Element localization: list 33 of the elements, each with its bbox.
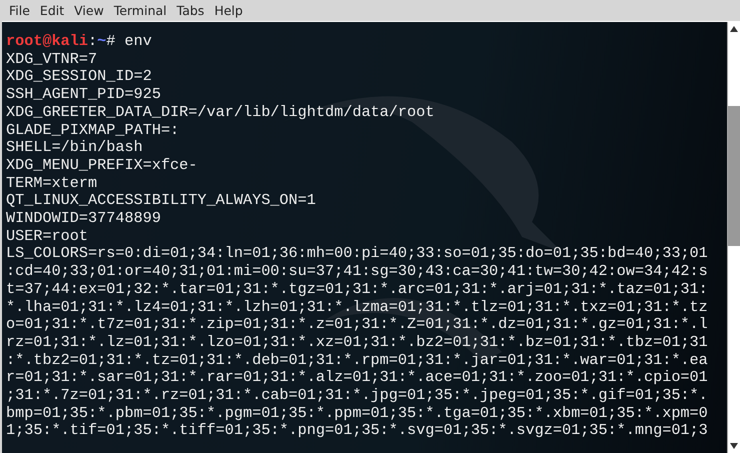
output-line: rz=01;31:*.lz=01;31:*.lzo=01;31:*.xz=01;31:*.bz2=01;31:*.bz=01;31:*.tbz=01;31 [6,334,709,352]
output-line: :cd=40;33;01:or=40;31;01:mi=00:su=37;41:sg=30;43:ca=30;41:tw=30;42:ow=34;42:s [6,263,709,281]
output-line: :*.tbz2=01;31:*.tz=01;31:*.deb=01;31:*.rpm=01;31:*.jar=01;31:*.war=01;31:*.ea [6,352,709,370]
output-line: *.lha=01;31:*.lz4=01;31:*.lzh=01;31:*.lzma=01;31:*.tlz=01;31:*.txz=01;31:*.tz [6,298,709,316]
output-line: SHELL=/bin/bash [6,139,144,157]
command-line: root@kali:~# env [6,33,153,51]
output-line: o=01;31:*.t7z=01;31:*.zip=01;31:*.z=01;31:*.Z=01;31:*.dz=01;31:*.gz=01;31:*.l [6,316,709,334]
scrollbar-thumb[interactable] [728,106,740,246]
output-line: LS_COLORS=rs=0:di=01;34:ln=01;36:mh=00:pi=40;33:so=01;35:do=01;35:bd=40;33;01 [6,245,709,264]
output-line: bmp=01;35:*.pbm=01;35:*.pgm=01;35:*.ppm=01;35:*.tga=01;35:*.xbm=01;35:*.xpm=0 [6,404,709,422]
output-line: QT_LINUX_ACCESSIBILITY_ALWAYS_ON=1 [6,192,317,210]
output-line: 1;35:*.tif=01;35:*.tiff=01;35:*.png=01;35:*.svg=01;35:*.svgz=01;35:*.mng=01;3 [6,422,709,440]
scroll-up-icon[interactable] [730,26,738,32]
menu-item[interactable]: Tabs [172,3,210,18]
menu-item[interactable]: Terminal [108,3,172,18]
output-line: t=37;44:ex=01;32:*.tar=01;31:*.tgz=01;31:*.arc=01;31:*.arj=01;31:*.taz=01;31: [6,280,709,299]
output-line: XDG_MENU_PREFIX=xfce- [6,156,198,175]
scrollbar[interactable] [727,22,740,453]
menu-item[interactable]: View [69,3,109,18]
menu-item[interactable]: Edit [34,3,70,18]
output-line: XDG_VTNR=7 [6,50,98,68]
output-line: XDG_SESSION_ID=2 [6,68,153,86]
output-line: GLADE_PIXMAP_PATH=: [6,122,180,140]
output-line: r=01;31:*.sar=01;31:*.rar=01;31:*.alz=01;31:*.ace=01;31:*.zoo=01;31:*.cpio=01 [6,369,709,388]
output-line: TERM=xterm [6,174,98,192]
output-line: USER=root [6,228,90,246]
menu-item[interactable]: Help [209,3,248,18]
scroll-down-icon[interactable] [730,443,738,449]
menu-item[interactable]: File [4,3,35,18]
output-line: ;31:*.7z=01;31:*.rz=01;31:*.cab=01;31:*.jpg=01;35:*.jpeg=01;35:*.gif=01;35:*. [6,387,709,405]
output-line: SSH_AGENT_PID=925 [6,86,162,104]
output-line: WINDOWID=37748899 [6,210,162,228]
output-line: XDG_GREETER_DATA_DIR=/var/lib/lightdm/data/root [6,104,436,122]
